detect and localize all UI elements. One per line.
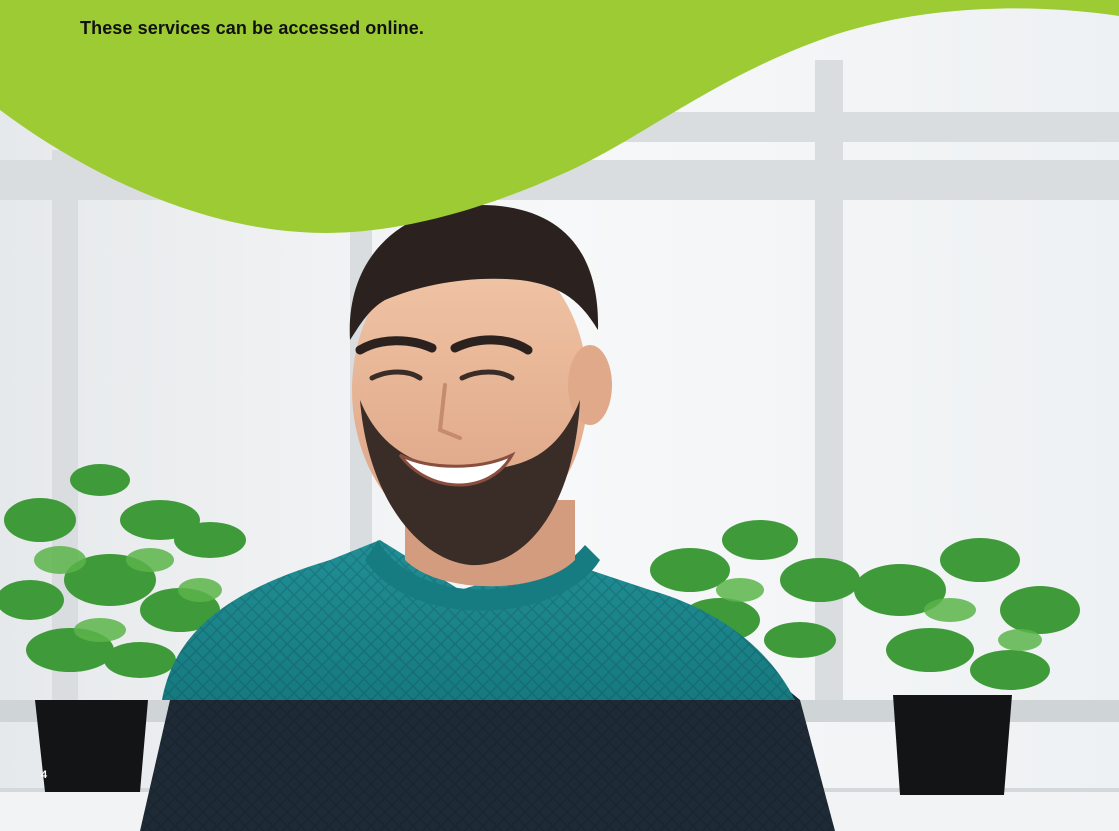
page-number: 4 xyxy=(41,769,48,781)
page-headline: These services can be accessed online. xyxy=(80,18,424,38)
brochure-page: These services can be accessed online. 4 xyxy=(0,0,1119,831)
